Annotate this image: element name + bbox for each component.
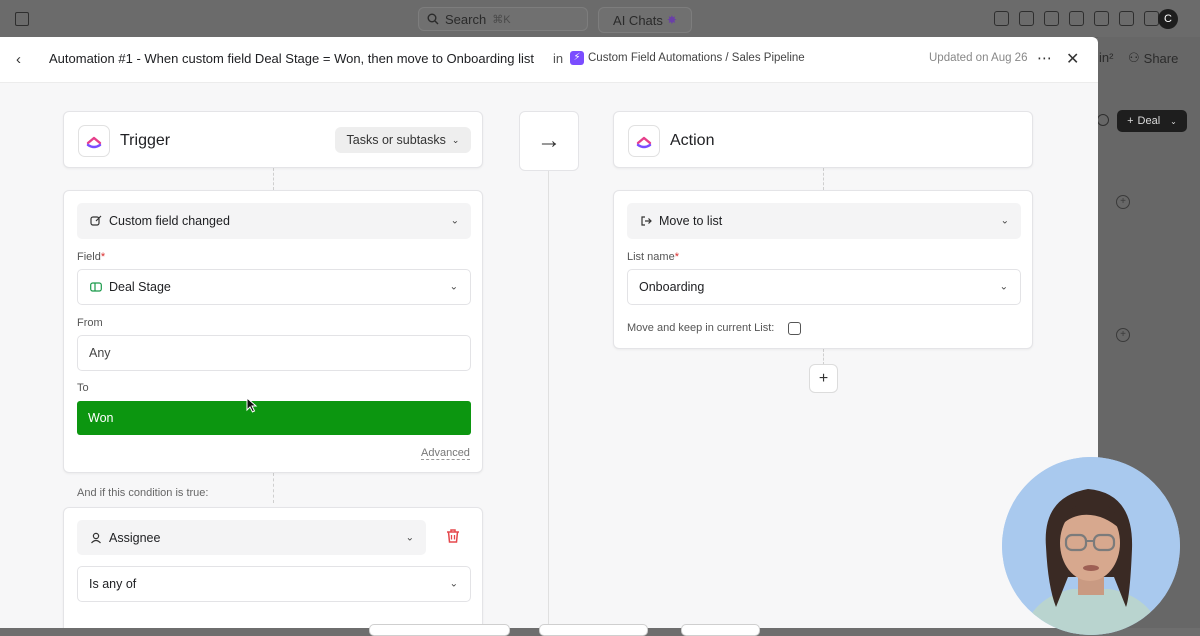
modal-header: ‹ Automation #1 - When custom field Deal… bbox=[0, 37, 1098, 83]
webcam-overlay bbox=[1002, 457, 1180, 635]
add-deal-button[interactable]: + Deal ⌄ bbox=[1117, 110, 1187, 132]
search-icon bbox=[427, 13, 439, 25]
footer-button[interactable] bbox=[539, 624, 648, 636]
ai-chats-label: AI Chats bbox=[613, 12, 663, 28]
video-icon[interactable] bbox=[1069, 11, 1084, 26]
arrow-right-icon: → bbox=[519, 111, 579, 171]
chevron-down-icon: ⌄ bbox=[450, 215, 459, 227]
field-select[interactable]: Deal Stage ⌄ bbox=[77, 269, 471, 305]
advanced-link[interactable]: Advanced bbox=[421, 447, 470, 460]
add-action-button[interactable]: + bbox=[809, 364, 838, 393]
app-topbar: Search ⌘K AI Chats ✸ C bbox=[0, 0, 1200, 38]
breadcrumb[interactable]: Custom Field Automations / Sales Pipelin… bbox=[588, 52, 805, 64]
action-type-select[interactable]: Move to list ⌄ bbox=[627, 203, 1021, 239]
connector-line bbox=[823, 168, 824, 190]
condition-operator-value: Is any of bbox=[89, 577, 137, 591]
search-label: Search bbox=[445, 11, 487, 27]
action-header-card: Action bbox=[613, 111, 1033, 168]
bolt-icon: ⚡ bbox=[570, 51, 584, 65]
gear-icon[interactable] bbox=[1097, 114, 1109, 126]
trigger-config-card: Custom field changed ⌄ Field* Deal Stage… bbox=[63, 190, 483, 473]
condition-operator-select[interactable]: Is any of ⌄ bbox=[77, 566, 471, 602]
check-icon[interactable] bbox=[994, 11, 1009, 26]
connector-line bbox=[823, 349, 824, 365]
scope-label: Tasks or subtasks bbox=[346, 133, 446, 147]
connector-line bbox=[273, 473, 274, 503]
chevron-down-icon: ⌄ bbox=[449, 281, 458, 293]
updated-timestamp: Updated on Aug 26 bbox=[929, 52, 1028, 64]
footer-button[interactable] bbox=[681, 624, 760, 636]
trigger-event-label: Custom field changed bbox=[109, 214, 230, 228]
keep-in-list-checkbox[interactable] bbox=[788, 322, 801, 335]
sparkle-icon: ✸ bbox=[666, 13, 677, 27]
back-icon[interactable]: ‹ bbox=[16, 51, 21, 68]
in-label: in bbox=[553, 51, 564, 66]
chevron-down-icon: ⌄ bbox=[451, 134, 460, 145]
keep-in-list-label: Move and keep in current List: bbox=[627, 322, 775, 334]
footer-button[interactable] bbox=[369, 624, 510, 636]
close-icon[interactable]: ✕ bbox=[1066, 49, 1079, 69]
share-button[interactable]: ⚇ Share bbox=[1128, 50, 1178, 66]
clickup-logo bbox=[78, 125, 110, 157]
topbar-icons bbox=[994, 11, 1159, 26]
divider-line bbox=[548, 169, 549, 628]
action-title: Action bbox=[670, 132, 715, 149]
add-row-icon[interactable]: + bbox=[1116, 195, 1130, 209]
share-label: Share bbox=[1143, 50, 1179, 66]
condition-field-value: Assignee bbox=[109, 530, 161, 545]
list-name-select[interactable]: Onboarding ⌄ bbox=[627, 269, 1021, 305]
chevron-down-icon: ⌄ bbox=[1000, 215, 1009, 227]
trigger-event-select[interactable]: Custom field changed ⌄ bbox=[77, 203, 471, 239]
more-icon[interactable]: ⋯ bbox=[1037, 49, 1053, 67]
action-config-card: Move to list ⌄ List name* Onboarding ⌄ M… bbox=[613, 190, 1033, 349]
plus-icon: + bbox=[1127, 115, 1134, 127]
condition-card: Assignee ⌄ Is any of ⌄ bbox=[63, 507, 483, 628]
chevron-down-icon: ⌄ bbox=[449, 578, 458, 590]
calendar-icon[interactable] bbox=[15, 12, 29, 26]
alarm-icon[interactable] bbox=[1119, 11, 1134, 26]
deal-label: Deal bbox=[1137, 115, 1161, 127]
chevron-down-icon: ⌄ bbox=[999, 281, 1008, 293]
clickup-logo bbox=[628, 125, 660, 157]
list-name-value: Onboarding bbox=[639, 280, 705, 294]
automation-title: Automation #1 - When custom field Deal S… bbox=[49, 51, 534, 66]
field-value: Deal Stage bbox=[109, 280, 171, 294]
condition-intro: And if this condition is true: bbox=[77, 487, 209, 499]
background-partial-label: in² bbox=[1099, 50, 1114, 65]
notepad-icon[interactable] bbox=[1044, 11, 1059, 26]
search-bar[interactable]: Search ⌘K bbox=[418, 7, 588, 31]
share-icon: ⚇ bbox=[1128, 50, 1140, 65]
user-icon bbox=[89, 531, 103, 545]
chevron-down-icon: ⌄ bbox=[405, 532, 414, 543]
mic-icon[interactable] bbox=[1094, 11, 1109, 26]
inbox-icon[interactable] bbox=[1019, 11, 1034, 26]
field-label: Field* bbox=[77, 251, 106, 263]
trash-icon[interactable] bbox=[445, 528, 461, 549]
from-label: From bbox=[77, 317, 103, 329]
chevron-down-icon: ⌄ bbox=[1170, 116, 1177, 126]
automation-modal: ‹ Automation #1 - When custom field Deal… bbox=[0, 37, 1098, 628]
ai-chats-button[interactable]: AI Chats ✸ bbox=[598, 7, 692, 33]
trigger-header-card: Trigger Tasks or subtasks ⌄ bbox=[63, 111, 483, 168]
to-value-won[interactable]: Won bbox=[77, 401, 471, 435]
edit-field-icon bbox=[89, 214, 103, 228]
move-list-icon bbox=[639, 214, 653, 228]
connector-line bbox=[273, 168, 274, 190]
presenter-video-image bbox=[1002, 457, 1180, 635]
automation-canvas: Trigger Tasks or subtasks ⌄ Custom field… bbox=[0, 83, 1098, 628]
from-input[interactable]: Any bbox=[77, 335, 471, 371]
doc-icon[interactable] bbox=[1144, 11, 1159, 26]
dropdown-field-icon bbox=[89, 280, 103, 294]
condition-field-select[interactable]: Assignee ⌄ bbox=[77, 520, 426, 555]
scope-dropdown[interactable]: Tasks or subtasks ⌄ bbox=[335, 127, 471, 153]
to-label: To bbox=[77, 382, 89, 394]
avatar[interactable]: C bbox=[1158, 9, 1178, 29]
list-name-label: List name* bbox=[627, 251, 679, 263]
trigger-title: Trigger bbox=[120, 132, 171, 149]
mouse-cursor bbox=[246, 397, 258, 413]
add-row-icon[interactable]: + bbox=[1116, 328, 1130, 342]
action-type-label: Move to list bbox=[659, 214, 723, 228]
search-shortcut: ⌘K bbox=[492, 13, 511, 26]
